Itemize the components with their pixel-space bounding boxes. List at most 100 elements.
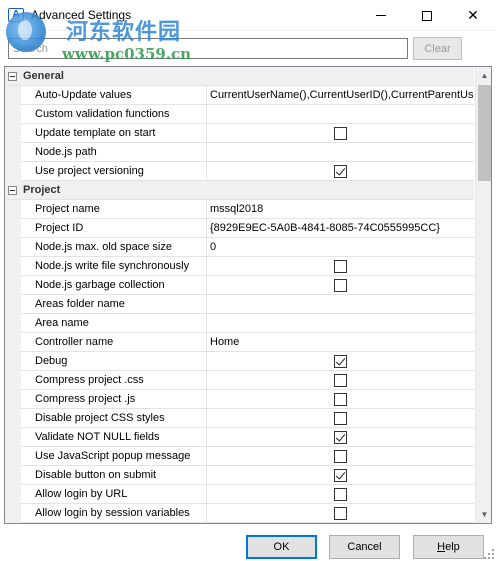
property-value[interactable] [207,276,474,295]
property-value[interactable] [207,143,474,162]
row-gutter [5,143,21,162]
property-row[interactable]: Auto-Update values CurrentUserName(),Curr… [5,86,474,105]
property-name: Compress project .css [21,371,207,390]
property-value[interactable] [207,295,474,314]
property-row[interactable]: Area name [5,314,474,333]
property-value[interactable]: {8929E9EC-5A0B-4841-8085-74C0555995CC} [207,219,474,238]
property-row[interactable]: Disable button on submit [5,466,474,485]
property-checkbox[interactable] [334,431,347,444]
property-checkbox[interactable] [334,374,347,387]
help-button[interactable]: Help [413,535,484,559]
property-row[interactable]: Node.js max. old space size 0 [5,238,474,257]
property-row[interactable]: Disable project CSS styles [5,409,474,428]
title-bar: A Advanced Settings ✕ [0,0,496,31]
property-row[interactable]: Node.js garbage collection [5,276,474,295]
property-checkbox[interactable] [334,165,347,178]
property-name: Node.js garbage collection [21,276,207,295]
property-value[interactable] [207,314,474,333]
property-name: Compress project .js [21,390,207,409]
category-label: Project [23,184,61,196]
scroll-down-arrow-icon[interactable]: ▼ [476,506,491,523]
row-gutter [5,295,21,314]
scrollbar-thumb[interactable] [478,85,491,181]
property-checkbox[interactable] [334,488,347,501]
scroll-up-arrow-icon[interactable]: ▲ [476,67,491,84]
property-value[interactable]: Home [207,333,474,352]
property-checkbox[interactable] [334,507,347,520]
property-value[interactable] [207,466,474,485]
row-gutter [5,485,21,504]
property-row[interactable]: Allow login by URL [5,485,474,504]
row-gutter [5,371,21,390]
property-value[interactable] [207,504,474,523]
property-row[interactable]: Node.js path [5,143,474,162]
property-checkbox[interactable] [334,355,347,368]
search-input[interactable] [8,38,408,59]
property-checkbox[interactable] [334,450,347,463]
property-value[interactable] [207,409,474,428]
category-header[interactable]: General [5,67,474,86]
maximize-icon [422,10,432,21]
close-button[interactable]: ✕ [450,0,496,31]
property-row[interactable]: Project name mssql2018 [5,200,474,219]
property-checkbox[interactable] [334,260,347,273]
property-value[interactable] [207,124,474,143]
property-row[interactable]: Update template on start [5,124,474,143]
row-gutter [5,390,21,409]
property-value[interactable]: CurrentUserName(),CurrentUserID(),Curren… [207,86,474,105]
row-gutter [5,162,21,181]
property-checkbox[interactable] [334,412,347,425]
property-value[interactable] [207,390,474,409]
property-value[interactable] [207,428,474,447]
row-gutter [5,238,21,257]
vertical-scrollbar[interactable]: ▲ ▼ [475,67,491,523]
property-name: Update template on start [21,124,207,143]
property-row[interactable]: Project ID {8929E9EC-5A0B-4841-8085-74C05… [5,219,474,238]
property-row[interactable]: Allow login by session variables [5,504,474,523]
property-name: Auto-Update values [21,86,207,105]
property-value[interactable] [207,352,474,371]
property-checkbox[interactable] [334,393,347,406]
property-row[interactable]: Use project versioning [5,162,474,181]
collapse-toggle-icon[interactable] [8,72,17,81]
resize-grip-icon[interactable] [484,549,494,559]
property-value[interactable]: mssql2018 [207,200,474,219]
property-row[interactable]: Debug [5,352,474,371]
cancel-button[interactable]: Cancel [329,535,400,559]
maximize-button[interactable] [404,0,450,31]
window-title: Advanced Settings [31,8,132,22]
property-row[interactable]: Custom validation functions [5,105,474,124]
property-value[interactable] [207,105,474,124]
property-value[interactable] [207,371,474,390]
property-row[interactable]: Compress project .css [5,371,474,390]
property-row[interactable]: Use JavaScript popup message [5,447,474,466]
property-checkbox[interactable] [334,279,347,292]
collapse-toggle-icon[interactable] [8,186,17,195]
property-name: Allow login by session variables [21,504,207,523]
property-grid: General Auto-Update values CurrentUserName… [4,66,492,524]
property-value[interactable] [207,162,474,181]
clear-button[interactable]: Clear [413,37,462,60]
close-icon: ✕ [467,7,479,23]
property-value[interactable] [207,485,474,504]
property-row[interactable]: Controller name Home [5,333,474,352]
property-value[interactable]: 0 [207,238,474,257]
property-name: Debug [21,352,207,371]
property-value[interactable] [207,447,474,466]
row-gutter [5,276,21,295]
property-row[interactable]: Node.js write file synchronously [5,257,474,276]
property-value[interactable] [207,257,474,276]
category-header[interactable]: Project [5,181,474,200]
property-checkbox[interactable] [334,469,347,482]
property-name: Project name [21,200,207,219]
minimize-button[interactable] [358,0,404,31]
property-row[interactable]: Compress project .js [5,390,474,409]
property-row[interactable]: Validate NOT NULL fields [5,428,474,447]
property-checkbox[interactable] [334,127,347,140]
row-gutter [5,124,21,143]
property-name: Disable button on submit [21,466,207,485]
ok-button[interactable]: OK [246,535,317,559]
property-name: Node.js write file synchronously [21,257,207,276]
property-row[interactable]: Areas folder name [5,295,474,314]
property-name: Area name [21,314,207,333]
